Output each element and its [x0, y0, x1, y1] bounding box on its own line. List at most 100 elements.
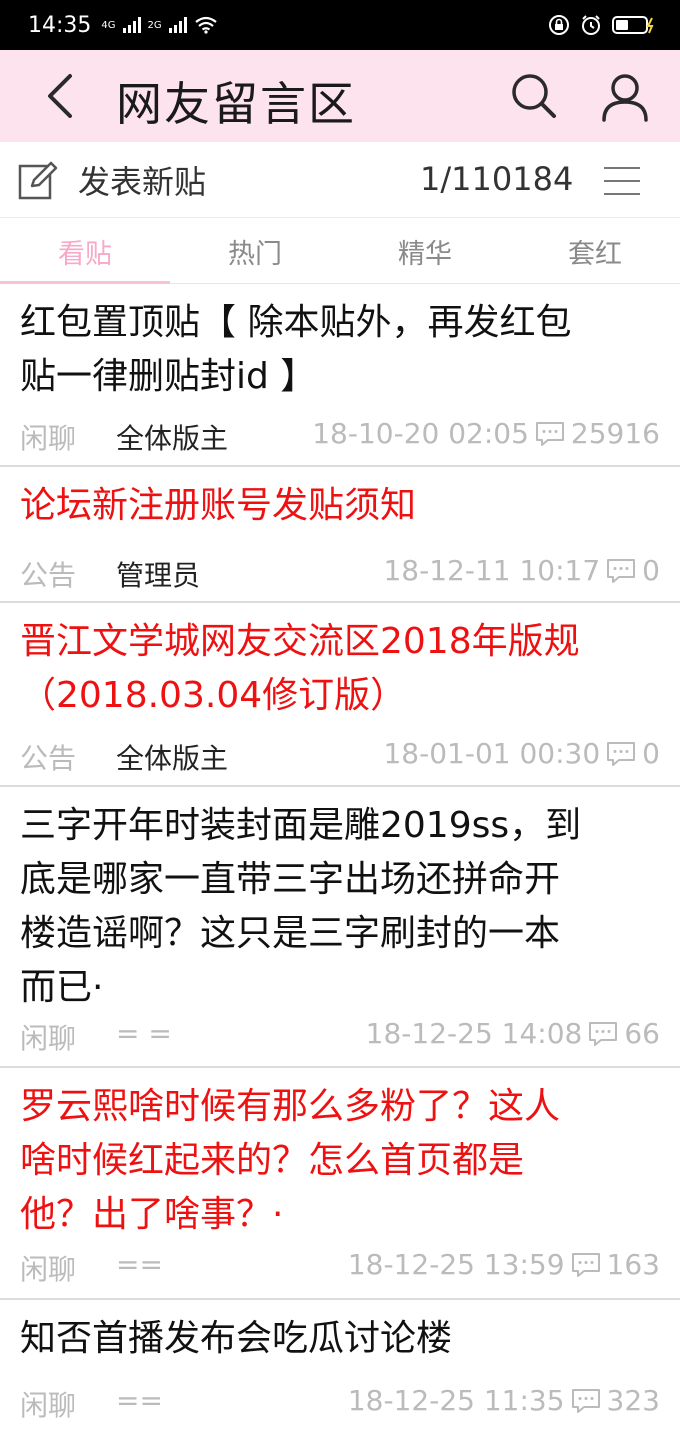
post-meta: 闲聊 = = 18-12-25 14:08 66 [0, 1017, 680, 1057]
post-item[interactable]: 晋江文学城网友交流区2018年版规 （2018.03.04修订版） 公告 全体版… [0, 603, 680, 787]
user-icon [602, 74, 648, 122]
post-meta: 公告 全体版主 18-01-01 00:30 0 [0, 737, 680, 777]
post-title: 三字开年时装封面是雕2019ss，到 底是哪家一直带三字出场还拼命开 楼造谣啊？… [20, 799, 660, 1015]
post-stats: 18-12-25 14:08 66 [366, 1017, 660, 1050]
post-author[interactable]: 全体版主 [116, 417, 228, 457]
new-post-label: 发表新贴 [78, 163, 207, 201]
post-title: 红包置顶贴【 除本贴外，再发红包 贴一律删贴封id 】 [20, 296, 660, 404]
post-comment-count: 25916 [570, 417, 660, 450]
tab-highlighted[interactable]: 套红 [510, 218, 680, 284]
post-comment-count: 163 [606, 1248, 660, 1281]
post-title-line: 晋江文学城网友交流区2018年版规 [20, 621, 580, 662]
post-category: 闲聊 [20, 422, 77, 455]
comment-icon [571, 1388, 600, 1413]
status-time: 14:35 [28, 12, 92, 38]
post-title: 知否首播发布会吃瓜讨论楼 [20, 1312, 660, 1366]
search-icon [512, 74, 556, 118]
post-comment-count: 66 [624, 1017, 660, 1050]
post-title-line: 啥时候红起来的？怎么首页都是 [20, 1140, 525, 1181]
alarm-icon [582, 15, 600, 35]
tab-view-posts[interactable]: 看贴 [0, 218, 170, 285]
status-left: 14:35 4G 2G [28, 13, 218, 38]
post-title-line: 红包置顶贴【 除本贴外，再发红包 [20, 302, 572, 343]
post-timestamp: 18-10-20 02:05 [312, 417, 529, 450]
edit-icon [18, 161, 58, 200]
post-category: 闲聊 [20, 1022, 77, 1055]
comment-icon [571, 1252, 600, 1277]
user-profile-button[interactable] [598, 70, 652, 124]
post-title-line: 三字开年时装封面是雕2019ss，到 [20, 805, 582, 846]
page-title: 网友留言区 [116, 77, 356, 131]
post-meta: 闲聊 == 18-12-25 11:35 323 [0, 1384, 680, 1424]
post-stats: 18-12-25 11:35 323 [348, 1384, 660, 1417]
post-category: 闲聊 [20, 1253, 77, 1286]
post-item[interactable]: 红包置顶贴【 除本贴外，再发红包 贴一律删贴封id 】 闲聊 全体版主 18-1… [0, 284, 680, 467]
comment-icon [607, 741, 636, 766]
tab-featured[interactable]: 精华 [340, 218, 510, 284]
post-timestamp: 18-12-25 13:59 [347, 1248, 565, 1281]
post-item[interactable]: 知否首播发布会吃瓜讨论楼 闲聊 == 18-12-25 11:35 323 [0, 1300, 680, 1436]
signal-icon-2 [168, 17, 187, 33]
new-post-button[interactable]: 发表新贴 [18, 154, 206, 206]
status-bar: 14:35 4G 2G [0, 0, 680, 50]
post-timestamp: 18-01-01 00:30 [383, 737, 601, 770]
comment-icon [607, 558, 636, 583]
post-title-line: 贴一律删贴封id 】 [20, 356, 317, 397]
toolbar: 发表新贴 1/110184 [0, 142, 680, 218]
post-item[interactable]: 论坛新注册账号发贴须知 公告 管理员 18-12-11 10:17 0 [0, 467, 680, 603]
chevron-left-icon [48, 74, 72, 118]
post-comment-count: 0 [642, 554, 660, 587]
battery-icon [612, 16, 654, 34]
post-author[interactable]: 管理员 [116, 554, 200, 594]
post-stats: 18-10-20 02:05 25916 [312, 417, 660, 450]
post-title-line: （2018.03.04修订版） [20, 675, 407, 716]
comment-icon [589, 1021, 618, 1046]
network-label-2: 2G [147, 19, 162, 31]
post-comment-count: 323 [606, 1384, 660, 1417]
tab-hot[interactable]: 热门 [170, 218, 340, 284]
post-comment-count: 0 [642, 737, 660, 770]
post-stats: 18-12-11 10:17 0 [383, 554, 660, 587]
post-timestamp: 18-12-11 10:17 [383, 554, 601, 587]
post-item[interactable]: 罗云熙啥时候有那么多粉了？这人 啥时候红起来的？怎么首页都是 他？出了啥事？· … [0, 1068, 680, 1300]
menu-button[interactable] [602, 164, 642, 198]
signal-icon [122, 17, 141, 33]
post-title: 晋江文学城网友交流区2018年版规 （2018.03.04修订版） [20, 615, 660, 723]
post-author[interactable]: 全体版主 [116, 737, 228, 777]
post-stats: 18-12-25 13:59 163 [348, 1248, 660, 1281]
post-meta: 闲聊 全体版主 18-10-20 02:05 25916 [0, 417, 680, 457]
page-indicator: 1/110184 [420, 160, 574, 198]
back-button[interactable] [38, 70, 86, 122]
post-author[interactable]: == [116, 1248, 163, 1281]
post-timestamp: 18-12-25 14:08 [365, 1017, 583, 1050]
signal-icons: 4G 2G [101, 16, 217, 34]
comment-icon [535, 421, 564, 446]
post-meta: 公告 管理员 18-12-11 10:17 0 [0, 554, 680, 594]
post-title-line: 而已· [20, 967, 104, 1008]
app-header: 网友留言区 [0, 50, 680, 142]
wifi-icon [194, 16, 217, 34]
post-meta: 闲聊 == 18-12-25 13:59 163 [0, 1248, 680, 1288]
post-timestamp: 18-12-25 11:35 [347, 1384, 565, 1417]
post-item[interactable]: 三字开年时装封面是雕2019ss，到 底是哪家一直带三字出场还拼命开 楼造谣啊？… [0, 787, 680, 1068]
status-right [548, 14, 656, 36]
post-title: 罗云熙啥时候有那么多粉了？这人 啥时候红起来的？怎么首页都是 他？出了啥事？· [20, 1080, 660, 1242]
post-stats: 18-01-01 00:30 0 [383, 737, 660, 770]
post-title-line: 楼造谣啊？这只是三字刷封的一本 [20, 913, 561, 954]
search-button[interactable] [506, 70, 562, 122]
network-label-1: 4G [101, 19, 116, 31]
post-title-line: 底是哪家一直带三字出场还拼命开 [20, 859, 561, 900]
post-title-line: 论坛新注册账号发贴须知 [20, 485, 417, 526]
tab-bar: 看贴 热门 精华 套红 [0, 218, 680, 285]
post-title-line: 知否首播发布会吃瓜讨论楼 [20, 1318, 453, 1359]
post-author[interactable]: == [116, 1384, 163, 1417]
post-title: 论坛新注册账号发贴须知 [20, 479, 660, 533]
menu-icon [604, 167, 640, 195]
post-category: 公告 [20, 559, 77, 592]
post-author[interactable]: = = [116, 1017, 172, 1050]
lock-rotation-icon [549, 15, 569, 35]
post-title-line: 罗云熙啥时候有那么多粉了？这人 [20, 1086, 561, 1127]
post-category: 闲聊 [20, 1389, 77, 1422]
post-category: 公告 [20, 742, 77, 775]
post-title-line: 他？出了啥事？· [20, 1194, 284, 1235]
